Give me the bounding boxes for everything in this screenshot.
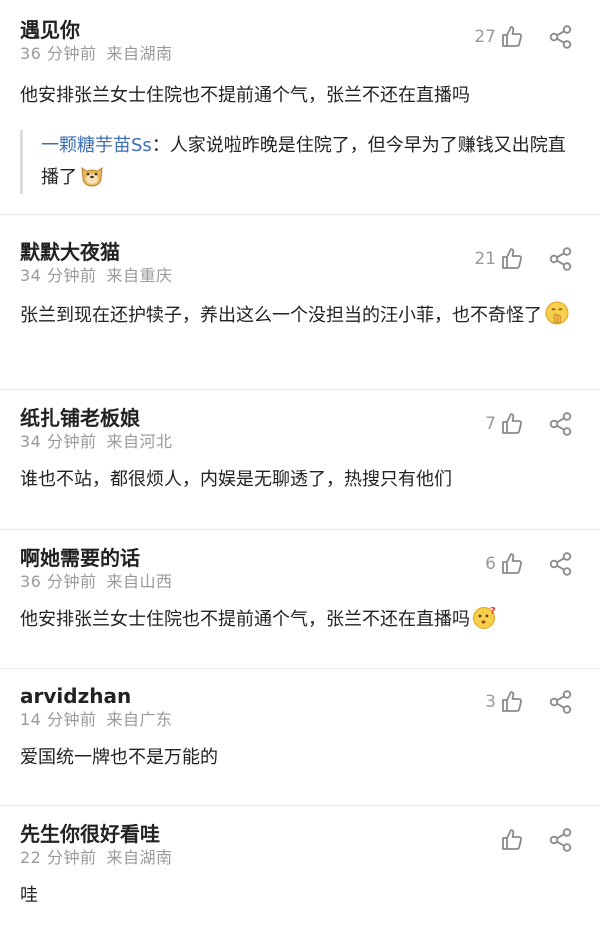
reply-username[interactable]: 一颗糖芋苗Ss: [41, 135, 152, 156]
comment-item: 纸扎铺老板娘 34 分钟前 来自河北 7 谁也不站，都很烦人，内娱是无聊透了，热搜…: [0, 390, 600, 530]
like-button[interactable]: 27: [474, 25, 524, 49]
comment-item: 啊她需要的话 36 分钟前 来自山西 6 他安排张兰女士住院也不提前通个气，张兰不…: [0, 530, 600, 669]
comment-text: 他安排张兰女士住院也不提前通个气，张兰不还在直播吗?: [20, 604, 580, 636]
thumbs-up-icon: [500, 25, 524, 49]
thumbs-up-icon: [500, 552, 524, 576]
comment-item: 默默大夜猫 34 分钟前 来自重庆 21 张兰到现在还护犊子，养出这么一个没担当的…: [0, 215, 600, 390]
share-icon[interactable]: [548, 411, 574, 437]
comment-location: 来自重庆: [106, 266, 173, 285]
share-icon[interactable]: [548, 246, 574, 272]
comment-item: 遇见你 36 分钟前 来自湖南 27 他安排张兰女士住院也不提前通个气，张兰不还在…: [0, 0, 600, 215]
doge-emoji: [79, 162, 105, 188]
comment-text-content: 他安排张兰女士住院也不提前通个气，张兰不还在直播吗: [20, 609, 470, 630]
comment-text: 谁也不站，都很烦人，内娱是无聊透了，热搜只有他们: [20, 469, 452, 490]
comment-time: 22 分钟前: [20, 848, 97, 867]
comment-location: 来自河北: [106, 432, 173, 451]
comment-text-content: 张兰到现在还护犊子，养出这么一个没担当的汪小菲，也不奇怪了: [20, 305, 542, 326]
comment-text: 哇: [20, 885, 38, 906]
comment-actions: 3: [485, 689, 574, 715]
comment-time: 36 分钟前: [20, 572, 97, 591]
share-icon[interactable]: [548, 551, 574, 577]
comment-item: 先生你很好看哇 22 分钟前 来自湖南 哇: [0, 806, 600, 932]
comment-actions: 7: [485, 411, 574, 437]
like-button[interactable]: 6: [485, 552, 524, 576]
comment-time: 14 分钟前: [20, 710, 97, 729]
like-button[interactable]: 21: [474, 247, 524, 271]
comment-text: 张兰到现在还护犊子，养出这么一个没担当的汪小菲，也不奇怪了: [20, 300, 580, 332]
comment-location: 来自广东: [106, 710, 173, 729]
like-count: 21: [474, 249, 496, 269]
like-count: 7: [485, 414, 496, 434]
comment-location: 来自湖南: [106, 848, 173, 867]
share-icon[interactable]: [548, 689, 574, 715]
comment-location: 来自湖南: [106, 44, 173, 63]
comment-text: 爱国统一牌也不是万能的: [20, 747, 218, 768]
thumbs-up-icon: [500, 690, 524, 714]
like-count: 27: [474, 27, 496, 47]
comment-location: 来自山西: [106, 572, 173, 591]
comment-actions: 27: [474, 24, 574, 50]
like-button[interactable]: 7: [485, 412, 524, 436]
svg-text:?: ?: [490, 606, 496, 617]
comment-time: 34 分钟前: [20, 266, 97, 285]
comment-time: 36 分钟前: [20, 44, 97, 63]
like-button[interactable]: 3: [485, 690, 524, 714]
share-icon[interactable]: [548, 24, 574, 50]
thumbs-up-icon: [500, 828, 524, 852]
comment-item: arvidzhan 14 分钟前 来自广东 3 爱国统一牌也不是万能的: [0, 669, 600, 806]
comment-actions: 21: [474, 246, 574, 272]
comment-actions: [496, 827, 574, 853]
like-button[interactable]: [496, 828, 524, 852]
comment-actions: 6: [485, 551, 574, 577]
like-count: 3: [485, 692, 496, 712]
comment-time: 34 分钟前: [20, 432, 97, 451]
like-count: 6: [485, 554, 496, 574]
thumbs-up-icon: [500, 247, 524, 271]
comment-text: 他安排张兰女士住院也不提前通个气，张兰不还在直播吗: [20, 85, 470, 106]
thumbs-up-icon: [500, 412, 524, 436]
confused-face-emoji: ?: [472, 604, 498, 630]
reply-preview[interactable]: 一颗糖芋苗Ss：人家说啦昨晚是住院了，但今早为了赚钱又出院直播了: [20, 130, 580, 194]
share-icon[interactable]: [548, 827, 574, 853]
shushing-face-emoji: [544, 300, 570, 326]
